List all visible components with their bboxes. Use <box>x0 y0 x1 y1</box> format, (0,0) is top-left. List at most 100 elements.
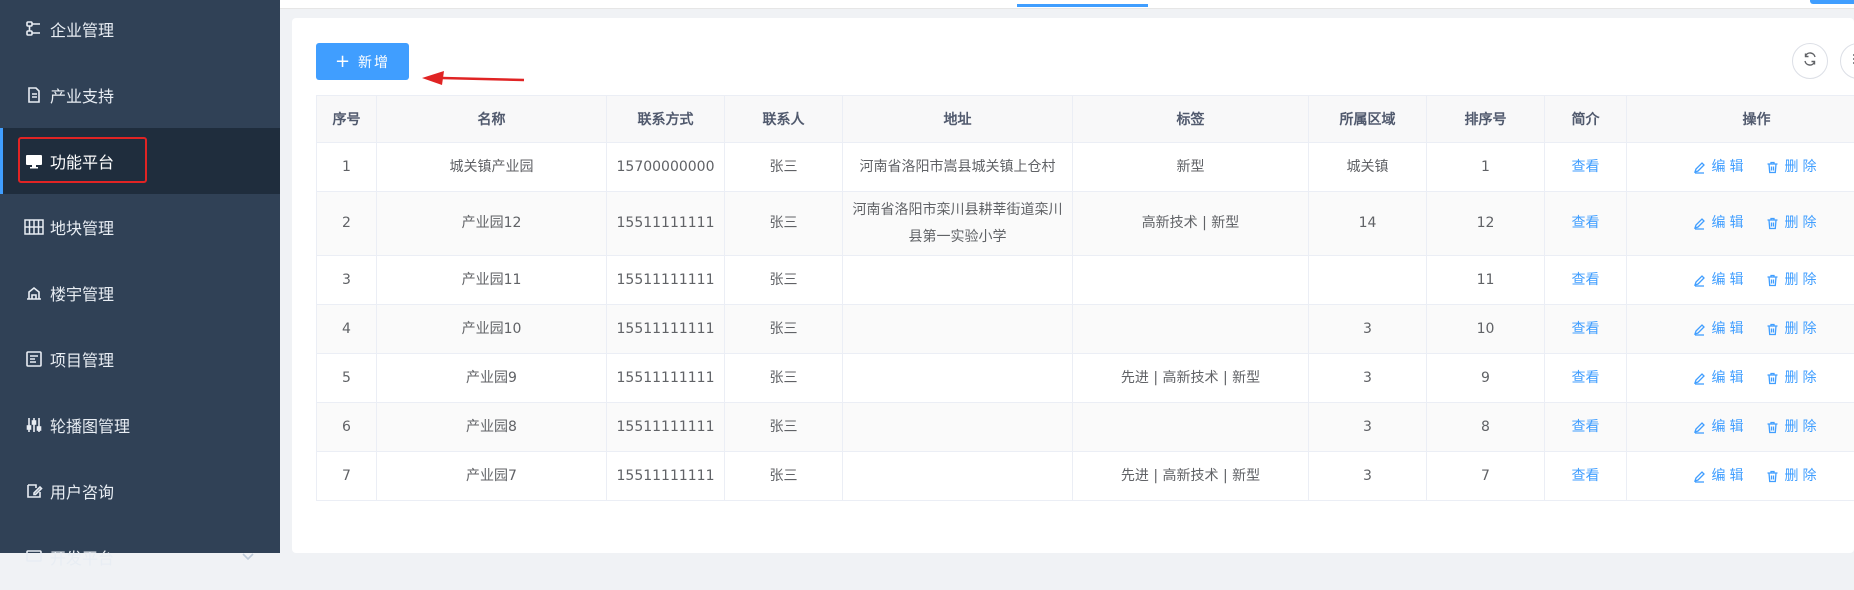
cell-no: 5 <box>317 354 377 403</box>
sidebar-item-label: 开发平台 <box>50 545 114 569</box>
view-link[interactable]: 查看 <box>1545 256 1627 305</box>
sidebar-item-industry-support[interactable]: 产业支持 <box>0 62 280 128</box>
sidebar-item-consult[interactable]: 用户咨询 <box>0 458 280 524</box>
annotation-highlight-box <box>18 137 147 183</box>
edit-icon <box>1693 470 1706 483</box>
cell-name: 产业园12 <box>377 192 607 256</box>
delete-button[interactable]: 删除 <box>1766 365 1821 392</box>
sidebar-item-label: 楼宇管理 <box>50 281 114 305</box>
cell-address <box>843 354 1073 403</box>
sidebar-item-label: 地块管理 <box>50 215 114 239</box>
edit-label: 编辑 <box>1712 267 1748 294</box>
edit-icon <box>1693 421 1706 434</box>
project-icon <box>22 347 46 371</box>
header-no: 序号 <box>317 96 377 143</box>
sidebar-item-project[interactable]: 项目管理 <box>0 326 280 392</box>
cell-actions: 编辑 删除 <box>1627 403 1854 452</box>
cell-no: 6 <box>317 403 377 452</box>
cell-sort: 9 <box>1427 354 1545 403</box>
delete-button[interactable]: 删除 <box>1766 154 1821 181</box>
cell-phone: 15511111111 <box>607 452 725 501</box>
sidebar-item-land[interactable]: 地块管理 <box>0 194 280 260</box>
sidebar-item-carousel[interactable]: 轮播图管理 <box>0 392 280 458</box>
table-row: 2 产业园12 15511111111 张三 河南省洛阳市栾川县耕莘街道栾川县第… <box>317 192 1854 256</box>
trash-icon <box>1766 421 1779 434</box>
cell-address <box>843 452 1073 501</box>
cell-name: 产业园10 <box>377 305 607 354</box>
cell-address <box>843 305 1073 354</box>
cell-phone: 15511111111 <box>607 403 725 452</box>
cell-no: 2 <box>317 192 377 256</box>
view-link[interactable]: 查看 <box>1545 403 1627 452</box>
sidebar-item-enterprise[interactable]: 企业管理 <box>0 0 280 58</box>
cell-address <box>843 403 1073 452</box>
view-link[interactable]: 查看 <box>1545 305 1627 354</box>
cell-name: 产业园9 <box>377 354 607 403</box>
cell-contact: 张三 <box>725 354 843 403</box>
edit-icon <box>1693 372 1706 385</box>
trash-icon <box>1766 372 1779 385</box>
view-link[interactable]: 查看 <box>1545 143 1627 192</box>
cell-tags: 新型 <box>1073 143 1309 192</box>
add-button[interactable]: + 新增 <box>316 43 409 80</box>
cell-phone: 15700000000 <box>607 143 725 192</box>
annotation-arrow <box>420 68 526 90</box>
header-phone: 联系方式 <box>607 96 725 143</box>
view-link[interactable]: 查看 <box>1545 354 1627 403</box>
edit-button[interactable]: 编辑 <box>1693 365 1748 392</box>
add-button-label: 新增 <box>358 52 390 72</box>
view-link[interactable]: 查看 <box>1545 452 1627 501</box>
cell-region: 3 <box>1309 305 1427 354</box>
cell-region: 城关镇 <box>1309 143 1427 192</box>
active-tab-indicator <box>1017 4 1148 7</box>
cell-no: 1 <box>317 143 377 192</box>
tab-right-button[interactable] <box>1810 0 1854 4</box>
delete-label: 删除 <box>1785 316 1821 343</box>
sidebar-item-dev-platform[interactable]: 开发平台 <box>0 524 280 590</box>
edit-button[interactable]: 编辑 <box>1693 267 1748 294</box>
cell-address: 河南省洛阳市嵩县城关镇上仓村 <box>843 143 1073 192</box>
delete-button[interactable]: 删除 <box>1766 267 1821 294</box>
delete-button[interactable]: 删除 <box>1766 210 1821 237</box>
delete-label: 删除 <box>1785 365 1821 392</box>
edit-button[interactable]: 编辑 <box>1693 414 1748 441</box>
edit-button[interactable]: 编辑 <box>1693 154 1748 181</box>
table-row: 4 产业园10 15511111111 张三 3 10 查看 编辑 删除 <box>317 305 1854 354</box>
edit-button[interactable]: 编辑 <box>1693 463 1748 490</box>
sidebar-item-building[interactable]: 楼宇管理 <box>0 260 280 326</box>
delete-label: 删除 <box>1785 210 1821 237</box>
cell-actions: 编辑 删除 <box>1627 354 1854 403</box>
header-intro: 简介 <box>1545 96 1627 143</box>
trash-icon <box>1766 274 1779 287</box>
edit-icon <box>1693 323 1706 336</box>
edit-button[interactable]: 编辑 <box>1693 210 1748 237</box>
delete-button[interactable]: 删除 <box>1766 316 1821 343</box>
trash-icon <box>1766 470 1779 483</box>
header-region: 所属区域 <box>1309 96 1427 143</box>
table-row: 5 产业园9 15511111111 张三 先进 | 高新技术 | 新型 3 9… <box>317 354 1854 403</box>
delete-label: 删除 <box>1785 414 1821 441</box>
cell-no: 3 <box>317 256 377 305</box>
cell-contact: 张三 <box>725 305 843 354</box>
refresh-button[interactable] <box>1792 43 1828 79</box>
delete-label: 删除 <box>1785 267 1821 294</box>
cell-sort: 10 <box>1427 305 1545 354</box>
document-icon <box>22 83 46 107</box>
table-row: 7 产业园7 15511111111 张三 先进 | 高新技术 | 新型 3 7… <box>317 452 1854 501</box>
delete-button[interactable]: 删除 <box>1766 463 1821 490</box>
cell-region <box>1309 256 1427 305</box>
header-address: 地址 <box>843 96 1073 143</box>
cell-tags <box>1073 305 1309 354</box>
delete-button[interactable]: 删除 <box>1766 414 1821 441</box>
cell-region: 3 <box>1309 452 1427 501</box>
cell-tags: 高新技术 | 新型 <box>1073 192 1309 256</box>
cell-name: 城关镇产业园 <box>377 143 607 192</box>
trash-icon <box>1766 161 1779 174</box>
header-sort: 排序号 <box>1427 96 1545 143</box>
view-link[interactable]: 查看 <box>1545 192 1627 256</box>
trash-icon <box>1766 217 1779 230</box>
cell-actions: 编辑 删除 <box>1627 192 1854 256</box>
cell-actions: 编辑 删除 <box>1627 256 1854 305</box>
edit-button[interactable]: 编辑 <box>1693 316 1748 343</box>
table-row: 1 城关镇产业园 15700000000 张三 河南省洛阳市嵩县城关镇上仓村 新… <box>317 143 1854 192</box>
